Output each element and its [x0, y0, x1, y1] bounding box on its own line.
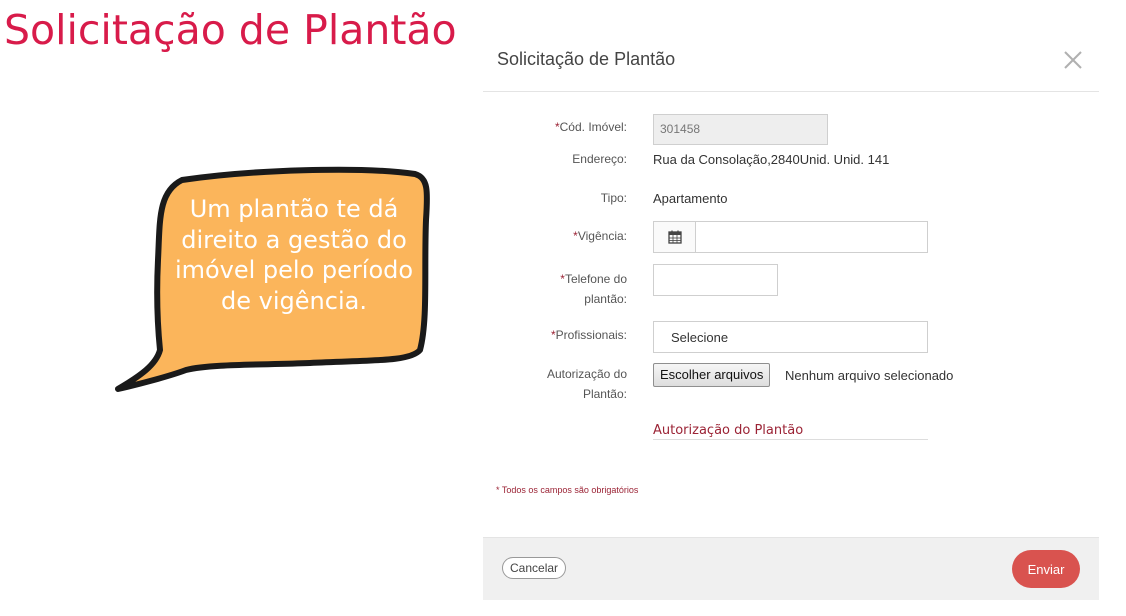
telefone-label: *Telefone do plantão:: [560, 272, 627, 306]
autorizacao-label: Autorização do Plantão:: [546, 367, 627, 401]
page-title: Solicitação de Plantão: [4, 6, 457, 54]
profissionais-select[interactable]: Selecione: [653, 321, 928, 353]
close-icon[interactable]: [1061, 48, 1085, 72]
endereco-label: Endereço:: [572, 152, 627, 166]
choose-files-button[interactable]: Escolher arquivos: [653, 363, 771, 387]
autorizacao-link[interactable]: Autorização do Plantão: [653, 423, 928, 440]
endereco-value: Rua da Consolação,2840Unid. Unid. 141: [653, 152, 890, 167]
vigencia-label: *Vigência:: [573, 229, 627, 243]
cod-imovel-field: 301458: [653, 114, 828, 145]
tipo-value: Apartamento: [653, 191, 728, 206]
vigencia-field[interactable]: [653, 221, 928, 253]
plantao-modal: Solicitação de Plantão *Cód. Imóvel: 301…: [483, 30, 1099, 600]
profissionais-selected: Selecione: [671, 330, 729, 345]
speech-bubble: Um plantão te dá direito a gestão do imó…: [110, 160, 440, 400]
tipo-label: Tipo:: [600, 191, 627, 205]
cod-imovel-label: *Cód. Imóvel:: [554, 120, 627, 134]
modal-footer: Cancelar Enviar: [483, 537, 1099, 600]
required-fields-note: * Todos os campos são obrigatórios: [496, 485, 639, 495]
modal-title: Solicitação de Plantão: [497, 49, 676, 69]
calendar-icon[interactable]: [654, 222, 696, 252]
modal-header: Solicitação de Plantão: [483, 30, 1099, 92]
cancel-button[interactable]: Cancelar: [502, 557, 567, 579]
speech-bubble-text: Um plantão te dá direito a gestão do imó…: [174, 195, 414, 315]
file-status: Nenhum arquivo selecionado: [785, 368, 954, 383]
profissionais-label: *Profissionais:: [550, 328, 627, 342]
send-button[interactable]: Enviar: [1012, 550, 1080, 588]
telefone-field[interactable]: [653, 264, 778, 296]
